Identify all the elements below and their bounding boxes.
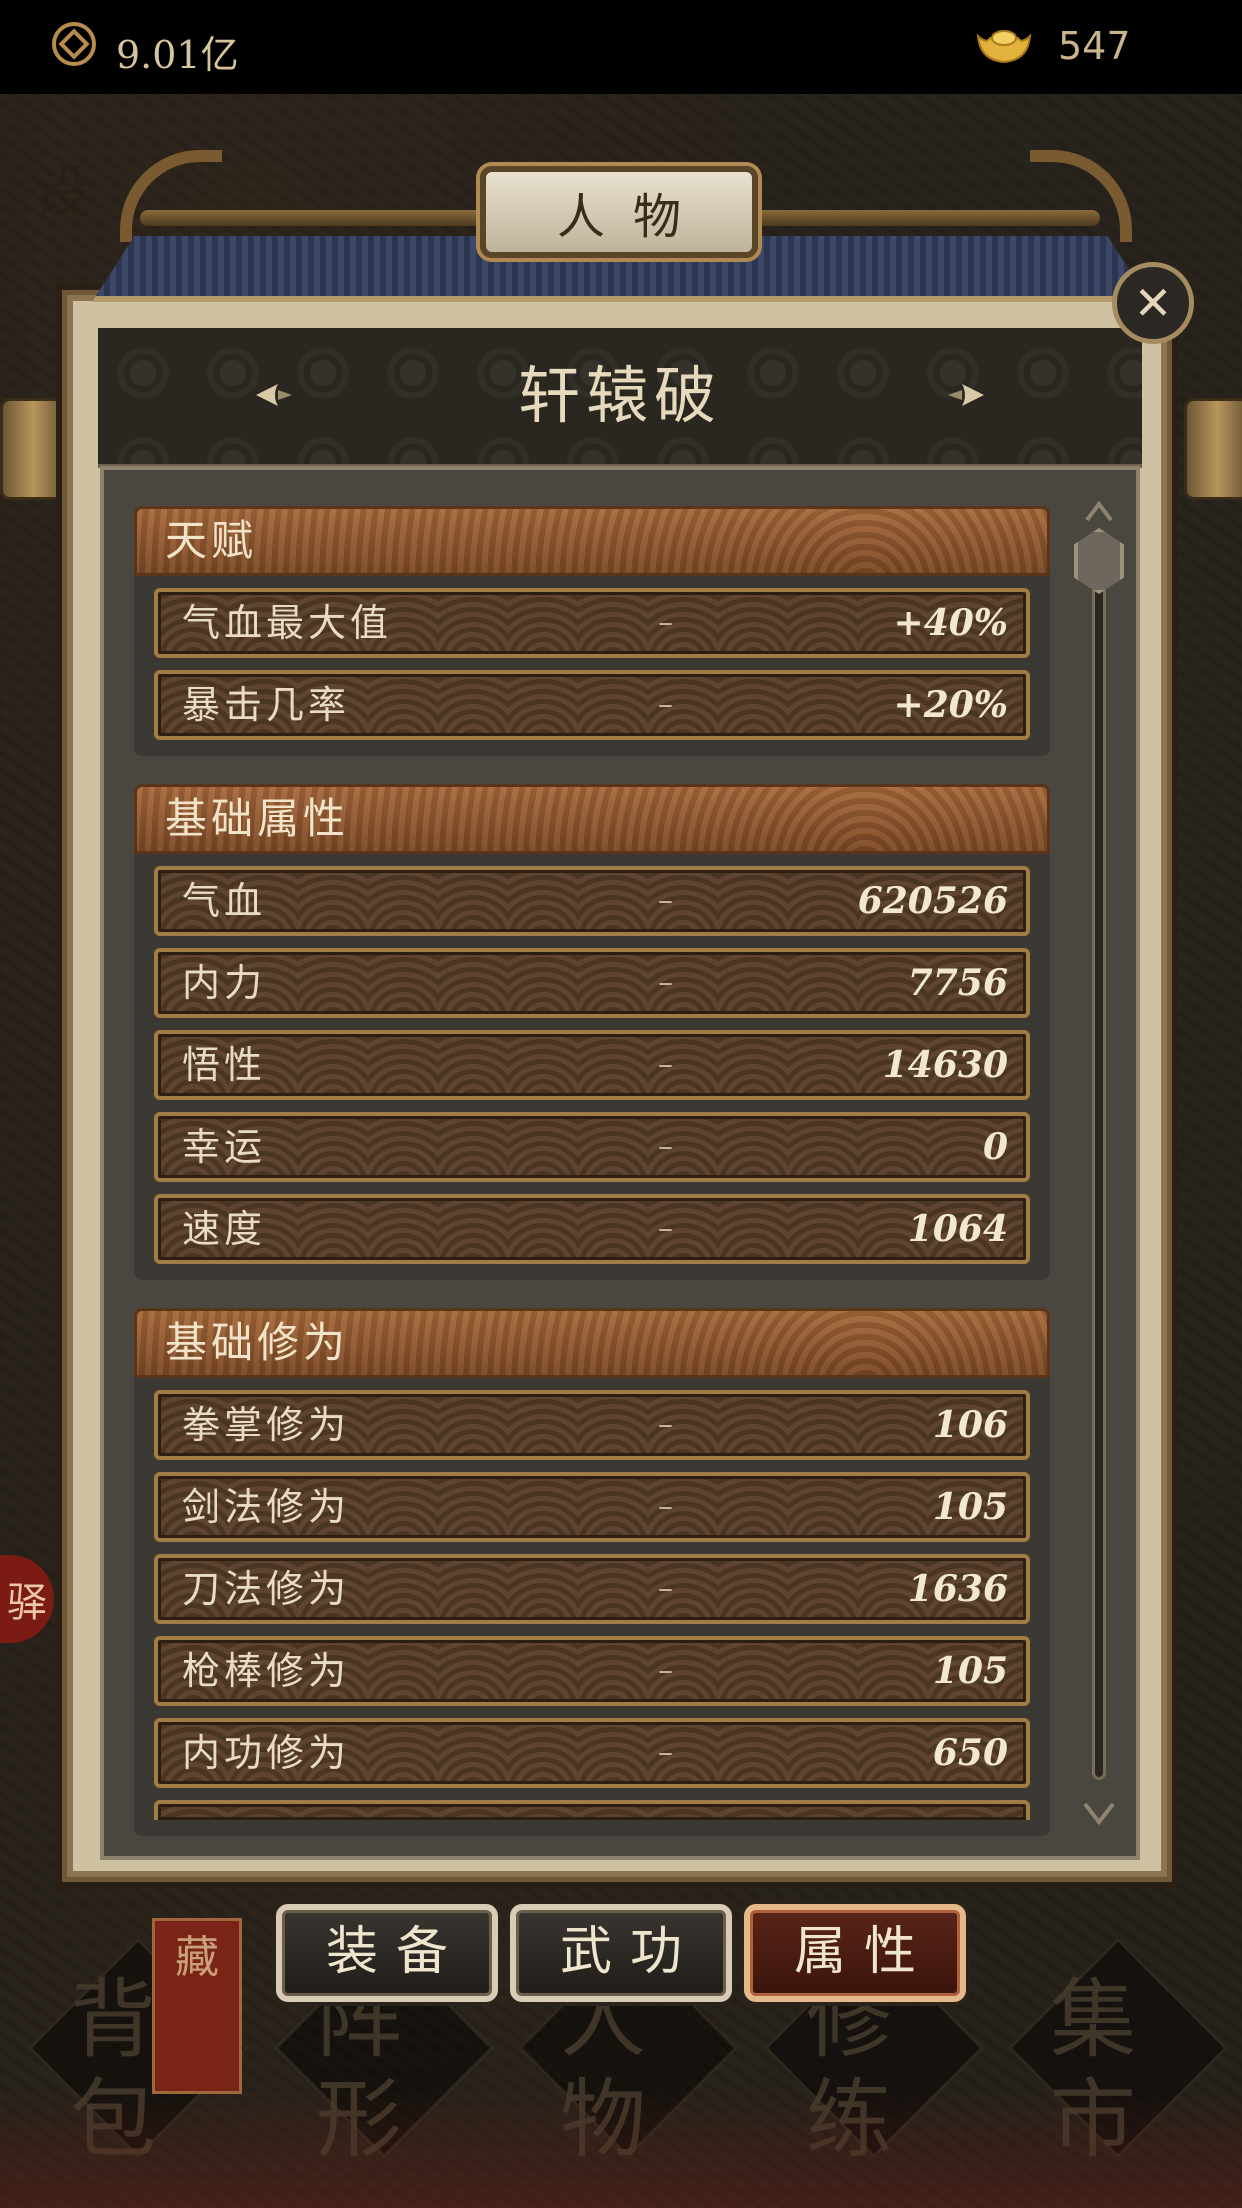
tab-equipment[interactable]: 装备 bbox=[276, 1904, 498, 2002]
stat-label: 气血最大值 bbox=[182, 601, 393, 645]
cloud-decoration bbox=[0, 2088, 1242, 2208]
attribute-list: 天赋 气血最大值 – +40% 暴击几率 – +20% 基础属性 气血 – 62… bbox=[134, 506, 1050, 1856]
coin-amount: 9.01亿 bbox=[116, 33, 239, 77]
stat-separator: – bbox=[658, 687, 673, 722]
section-base-cultivation: 基础修为 拳掌修为 – 106 剑法修为 – 105 刀法修为 – 1636 枪… bbox=[134, 1308, 1050, 1836]
close-icon: ✕ bbox=[1133, 276, 1173, 330]
stat-row: 内功修为 – 650 bbox=[154, 1718, 1030, 1788]
stat-row: 气血最大值 – +40% bbox=[154, 588, 1030, 658]
section-title: 基础修为 bbox=[134, 1308, 1050, 1378]
stat-row: 气血 – 620526 bbox=[154, 866, 1030, 936]
stat-separator: – bbox=[658, 1571, 673, 1606]
settings-side-char[interactable]: 设 bbox=[34, 148, 90, 229]
stat-separator: – bbox=[658, 1211, 673, 1246]
close-button[interactable]: ✕ bbox=[1112, 262, 1194, 344]
stat-row: 悟性 – 14630 bbox=[154, 1030, 1030, 1100]
stat-value: 14630 bbox=[882, 1044, 1008, 1086]
stat-value: 7756 bbox=[907, 962, 1008, 1004]
stat-separator: – bbox=[658, 1489, 673, 1524]
tab-martial-arts[interactable]: 武功 bbox=[510, 1904, 732, 2002]
stat-value: 650 bbox=[932, 1732, 1008, 1774]
window-title: 人物 bbox=[480, 166, 758, 258]
stat-row: 剑法修为 – 105 bbox=[154, 1472, 1030, 1542]
scroll-track[interactable] bbox=[1092, 560, 1106, 1780]
stat-label: 内功修为 bbox=[182, 1731, 351, 1775]
left-lantern bbox=[0, 398, 66, 500]
stat-label: 暴击几率 bbox=[182, 683, 351, 727]
stat-label: 气血 bbox=[182, 879, 267, 923]
stat-value: +20% bbox=[893, 684, 1008, 726]
stat-row: 拳掌修为 – 106 bbox=[154, 1390, 1030, 1460]
stat-label: 悟性 bbox=[182, 1043, 267, 1087]
section-talent: 天赋 气血最大值 – +40% 暴击几率 – +20% bbox=[134, 506, 1050, 756]
scroll-thumb[interactable] bbox=[1074, 528, 1124, 594]
stat-row: 内力 – 7756 bbox=[154, 948, 1030, 1018]
collection-tag[interactable]: 藏 bbox=[152, 1918, 242, 2094]
stat-row: 幸运 – 0 bbox=[154, 1112, 1030, 1182]
panel-tabs: 装备 武功 属性 bbox=[276, 1904, 966, 2004]
stat-row: 速度 – 1064 bbox=[154, 1194, 1030, 1264]
stat-value: 106 bbox=[932, 1404, 1008, 1446]
stat-row: 枪棒修为 – 105 bbox=[154, 1636, 1030, 1706]
scrollbar[interactable] bbox=[1074, 500, 1124, 1840]
stat-label: 剑法修为 bbox=[182, 1485, 351, 1529]
stat-value: 1064 bbox=[907, 1208, 1008, 1250]
stat-value: 1636 bbox=[907, 1568, 1008, 1610]
stat-separator: – bbox=[658, 1047, 673, 1082]
stat-label: 刀法修为 bbox=[182, 1567, 351, 1611]
ingot-amount: 547 bbox=[1058, 24, 1131, 68]
stat-separator: – bbox=[658, 605, 673, 640]
attribute-list-area[interactable]: 天赋 气血最大值 – +40% 暴击几率 – +20% 基础属性 气血 – 62… bbox=[100, 466, 1140, 1860]
coin-icon bbox=[52, 22, 96, 66]
stat-row: 刀法修为 – 1636 bbox=[154, 1554, 1030, 1624]
next-character-button[interactable] bbox=[946, 380, 986, 410]
scroll-up-icon[interactable] bbox=[1084, 500, 1114, 524]
scroll-down-icon[interactable] bbox=[1082, 1800, 1116, 1826]
status-bar: 9.01亿 547 bbox=[0, 0, 1242, 94]
stat-separator: – bbox=[658, 1129, 673, 1164]
stat-label: 速度 bbox=[182, 1207, 267, 1251]
stat-row-partial bbox=[154, 1800, 1030, 1820]
stat-separator: – bbox=[658, 1735, 673, 1770]
stat-separator: – bbox=[658, 1407, 673, 1442]
section-base-attributes: 基础属性 气血 – 620526 内力 – 7756 悟性 – 14630 幸运… bbox=[134, 784, 1050, 1280]
stat-value: 0 bbox=[982, 1126, 1008, 1168]
stat-separator: – bbox=[658, 965, 673, 1000]
stat-label: 枪棒修为 bbox=[182, 1649, 351, 1693]
stat-value: +40% bbox=[893, 602, 1008, 644]
stat-separator: – bbox=[658, 883, 673, 918]
stat-value: 620526 bbox=[857, 880, 1008, 922]
section-title: 基础属性 bbox=[134, 784, 1050, 854]
section-title: 天赋 bbox=[134, 506, 1050, 576]
tab-attributes[interactable]: 属性 bbox=[744, 1904, 966, 2002]
character-name-bar: 轩辕破 bbox=[98, 328, 1142, 468]
stat-label: 幸运 bbox=[182, 1125, 267, 1169]
stat-value: 105 bbox=[932, 1486, 1008, 1528]
gold-ingot-icon bbox=[976, 30, 1032, 64]
stat-label: 拳掌修为 bbox=[182, 1403, 351, 1447]
stat-label: 内力 bbox=[182, 961, 267, 1005]
stat-separator: – bbox=[658, 1653, 673, 1688]
stat-value: 105 bbox=[932, 1650, 1008, 1692]
right-lantern bbox=[1184, 398, 1242, 500]
stat-row: 暴击几率 – +20% bbox=[154, 670, 1030, 740]
